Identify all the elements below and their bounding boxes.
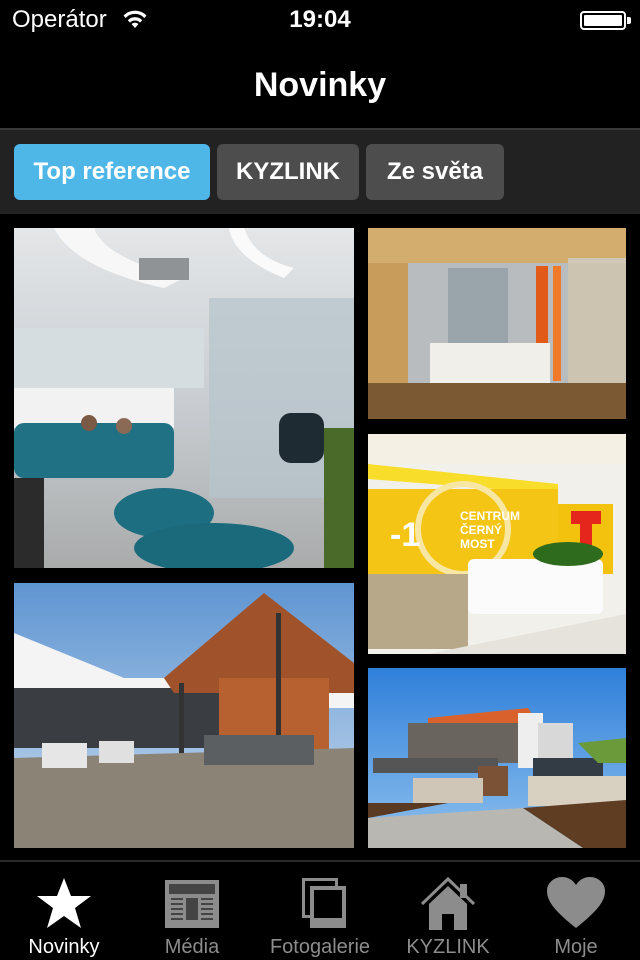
centrum-cerny-most-image: -1 CENTRUM ČERNÝ MOST xyxy=(368,434,626,654)
tab-bar: Novinky Média Fotogalerie KYZLINK Moje xyxy=(0,860,640,960)
tab-novinky[interactable]: Novinky xyxy=(0,862,128,960)
tab-media[interactable]: Média xyxy=(128,862,256,960)
gallery-tile-centrum-cerny-most[interactable]: -1 CENTRUM ČERNÝ MOST xyxy=(368,434,626,654)
category-segments: Top reference KYZLINK Ze světa xyxy=(0,128,640,214)
svg-text:ČERNÝ: ČERNÝ xyxy=(460,522,502,537)
heart-icon xyxy=(547,877,605,928)
reception-orange-image xyxy=(368,228,626,419)
svg-text:-1: -1 xyxy=(390,516,420,554)
svg-text:MOST: MOST xyxy=(460,537,495,551)
page-title: Novinky xyxy=(253,66,387,104)
home-icon xyxy=(420,876,476,930)
svg-text:CENTRUM: CENTRUM xyxy=(460,509,520,523)
battery-icon xyxy=(580,11,626,30)
gallery-tile-pergola-terrace[interactable] xyxy=(14,583,354,848)
tab-label: Moje xyxy=(554,936,598,958)
office-lounge-image xyxy=(14,228,354,568)
segment-kyzlink[interactable]: KYZLINK xyxy=(217,144,359,200)
tab-moje[interactable]: Moje xyxy=(512,862,640,960)
gallery-tile-office-lounge[interactable] xyxy=(14,228,354,568)
gallery-tile-reception-orange[interactable] xyxy=(368,228,626,419)
newspaper-icon xyxy=(165,880,219,928)
tab-label: KYZLINK xyxy=(406,936,490,958)
tab-label: Fotogalerie xyxy=(269,936,371,958)
navigation-bar: Novinky xyxy=(0,40,640,128)
tab-label: Média xyxy=(164,936,220,958)
tab-fotogalerie[interactable]: Fotogalerie xyxy=(256,862,384,960)
segment-top-reference[interactable]: Top reference xyxy=(14,144,210,200)
battery-tip xyxy=(627,17,631,24)
tab-kyzlink[interactable]: KYZLINK xyxy=(384,862,512,960)
gallery-tile-palavske-vinohrady[interactable] xyxy=(368,668,626,848)
star-icon xyxy=(37,878,91,928)
clock: 19:04 xyxy=(289,6,351,33)
status-bar: Operátor 19:04 xyxy=(0,0,640,40)
pergola-terrace-image xyxy=(14,583,354,848)
segment-ze-sveta[interactable]: Ze světa xyxy=(366,144,504,200)
photos-icon xyxy=(302,878,346,928)
palavske-vinohrady-image xyxy=(368,668,626,848)
tab-label: Novinky xyxy=(28,936,100,958)
